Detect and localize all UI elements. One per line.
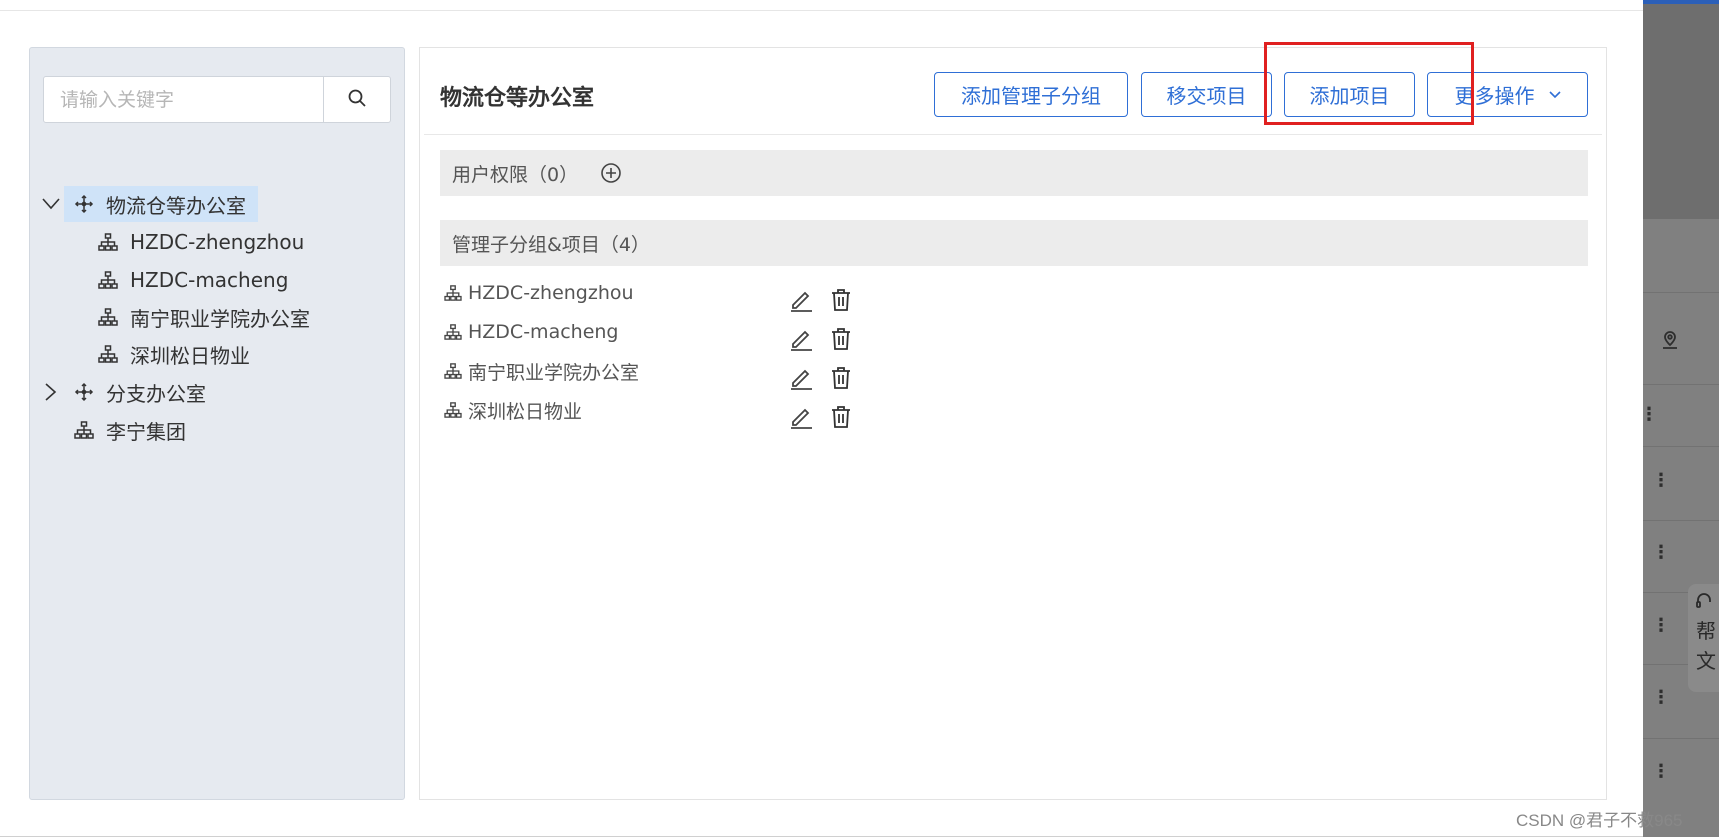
chevron-down-icon (1548, 90, 1561, 99)
tree-node-root-body[interactable]: 物流仓等办公室 (64, 186, 258, 222)
add-circle-icon[interactable] (600, 162, 622, 184)
tree-node-child[interactable]: HZDC-macheng (96, 262, 288, 298)
row-kebab-icon[interactable]: ⋮ (1652, 763, 1670, 781)
user-permissions-section: 用户权限（0） (440, 150, 1588, 196)
tree-node-label: HZDC-zhengzhou (130, 230, 305, 254)
tree-node-label: 物流仓等办公室 (106, 193, 246, 218)
edit-icon[interactable] (788, 365, 814, 391)
hierarchy-icon (96, 268, 120, 292)
watermark-text: CSDN @君子不救965 (1516, 811, 1683, 830)
background-row-divider (1643, 292, 1719, 293)
trash-icon[interactable] (829, 404, 853, 430)
tree-node-branch-body[interactable]: 分支办公室 (64, 374, 218, 410)
group-detail-panel: 物流仓等办公室 添加管理子分组 移交项目 添加项目 更多操作 用户权限（0） 管… (419, 47, 1607, 800)
add-subgroup-button[interactable]: 添加管理子分组 (934, 72, 1128, 117)
hierarchy-icon (96, 342, 120, 366)
tree-node-label: 深圳松日物业 (130, 343, 250, 368)
more-actions-label: 更多操作 (1454, 84, 1535, 108)
list-item-actions (788, 322, 853, 356)
tree-node-child[interactable]: 深圳松日物业 (96, 336, 250, 372)
hierarchy-icon (442, 359, 464, 383)
help-widget-line1: 帮 (1696, 619, 1716, 643)
subgroups-projects-label: 管理子分组&项目（4） (452, 233, 650, 256)
move-cross-icon (72, 380, 96, 404)
hierarchy-icon (442, 398, 464, 422)
hierarchy-icon (72, 418, 96, 442)
tree-search-box (43, 76, 391, 123)
row-kebab-icon[interactable]: ⋮ (1652, 472, 1670, 490)
user-permissions-label: 用户权限（0） (452, 163, 579, 186)
chevron-right-icon[interactable] (40, 374, 62, 410)
location-icon[interactable] (1660, 330, 1680, 354)
background-row-divider (1643, 738, 1719, 739)
edit-icon[interactable] (788, 287, 814, 313)
chevron-down-icon[interactable] (40, 186, 62, 222)
tree-node-child[interactable]: HZDC-zhengzhou (96, 224, 304, 260)
tree-search-input[interactable] (44, 77, 323, 122)
help-widget-line2: 文 (1696, 649, 1716, 673)
project-group-modal: 物流仓等办公室 HZDC-zhengzhou HZDC-macheng (0, 0, 1643, 837)
move-cross-icon (72, 192, 96, 216)
background-row-divider (1643, 446, 1719, 447)
background-list (1643, 219, 1719, 837)
search-icon (347, 88, 367, 112)
header-divider (424, 134, 1602, 135)
hierarchy-icon (442, 281, 464, 305)
group-tree-panel: 物流仓等办公室 HZDC-zhengzhou HZDC-macheng (29, 47, 405, 800)
tree-node-root[interactable]: 物流仓等办公室 (40, 186, 258, 222)
row-kebab-icon[interactable]: ⋮ (1652, 689, 1670, 707)
tree-node-label: 南宁职业学院办公室 (130, 306, 310, 331)
tree-search-button[interactable] (323, 77, 390, 122)
list-item-label: 深圳松日物业 (468, 400, 583, 423)
help-docs-widget[interactable]: 帮 文 (1688, 584, 1719, 692)
tree-node-branch[interactable]: 分支办公室 (40, 374, 218, 410)
list-item-label: 南宁职业学院办公室 (468, 361, 640, 384)
trash-icon[interactable] (829, 365, 853, 391)
list-item-actions (788, 283, 853, 317)
trash-icon[interactable] (829, 326, 853, 352)
tree-node-label: 李宁集团 (106, 419, 186, 444)
background-row-divider (1643, 384, 1719, 385)
row-kebab-icon[interactable]: ⋮ (1652, 617, 1670, 635)
headset-icon (1696, 590, 1719, 616)
list-item-actions (788, 361, 853, 395)
hierarchy-icon (96, 305, 120, 329)
more-actions-button[interactable]: 更多操作 (1427, 72, 1588, 117)
subgroups-projects-section: 管理子分组&项目（4） (440, 220, 1588, 266)
row-kebab-icon[interactable]: ⋮ (1652, 544, 1670, 562)
tree-node-group[interactable]: 李宁集团 (72, 412, 186, 448)
list-item-actions (788, 400, 853, 434)
trash-icon[interactable] (829, 287, 853, 313)
edit-icon[interactable] (788, 404, 814, 430)
add-project-button[interactable]: 添加项目 (1284, 72, 1415, 117)
tree-node-child[interactable]: 南宁职业学院办公室 (96, 299, 310, 335)
tree-node-label: 分支办公室 (106, 381, 206, 406)
background-header (1643, 4, 1719, 219)
list-item-label: HZDC-macheng (468, 321, 619, 343)
background-row-divider (1643, 520, 1719, 521)
hierarchy-icon (442, 320, 464, 344)
list-item-label: HZDC-zhengzhou (468, 282, 634, 304)
edit-icon[interactable] (788, 326, 814, 352)
tree-node-label: HZDC-macheng (130, 268, 289, 292)
modal-header-divider (0, 10, 1643, 11)
transfer-project-button[interactable]: 移交项目 (1141, 72, 1272, 117)
page-title: 物流仓等办公室 (440, 86, 595, 111)
background-top-strip (1643, 0, 1719, 4)
hierarchy-icon (96, 230, 120, 254)
